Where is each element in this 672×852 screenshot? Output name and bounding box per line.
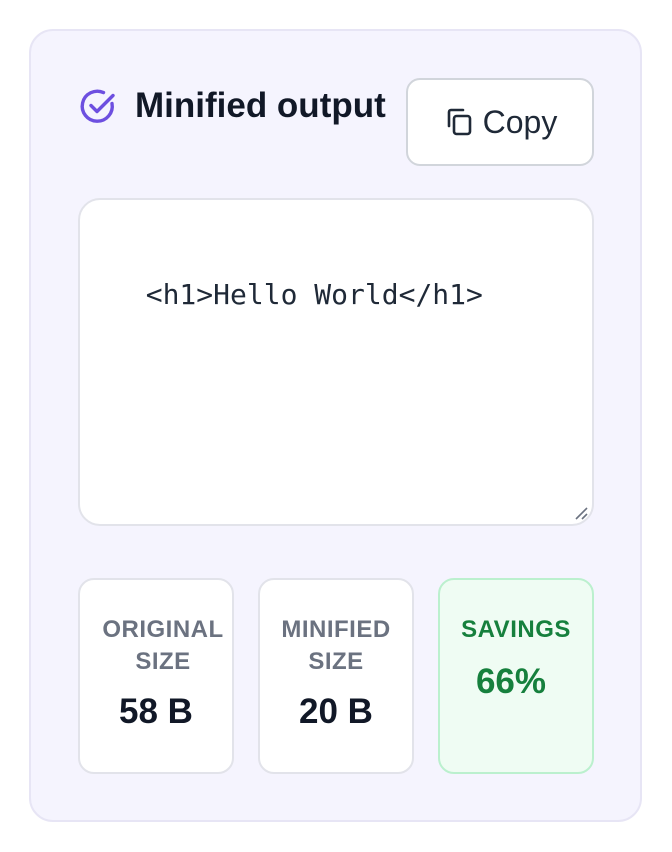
check-circle-icon <box>80 89 115 123</box>
stat-card-minified-size: MINIFIED SIZE 20 B <box>258 578 414 774</box>
stat-label: MINIFIED SIZE <box>281 616 391 675</box>
resize-handle-icon[interactable] <box>574 506 588 520</box>
stat-label: ORIGINAL SIZE <box>102 616 224 675</box>
stat-value: 58 B <box>119 692 193 731</box>
copy-button[interactable]: Copy <box>406 78 594 166</box>
output-text: <h1>Hello World</h1> <box>145 278 483 311</box>
copy-icon <box>447 108 471 136</box>
stat-label: SAVINGS <box>461 616 571 643</box>
panel-title: Minified output <box>135 86 386 125</box>
minified-output-textarea[interactable]: <h1>Hello World</h1> <box>78 198 594 526</box>
stat-value: 66% <box>475 662 547 701</box>
stat-card-original-size: ORIGINAL SIZE 58 B <box>78 578 234 774</box>
copy-button-label: Copy <box>482 104 558 140</box>
stat-card-savings: SAVINGS 66% <box>438 578 594 774</box>
stat-value: 20 B <box>299 692 373 731</box>
